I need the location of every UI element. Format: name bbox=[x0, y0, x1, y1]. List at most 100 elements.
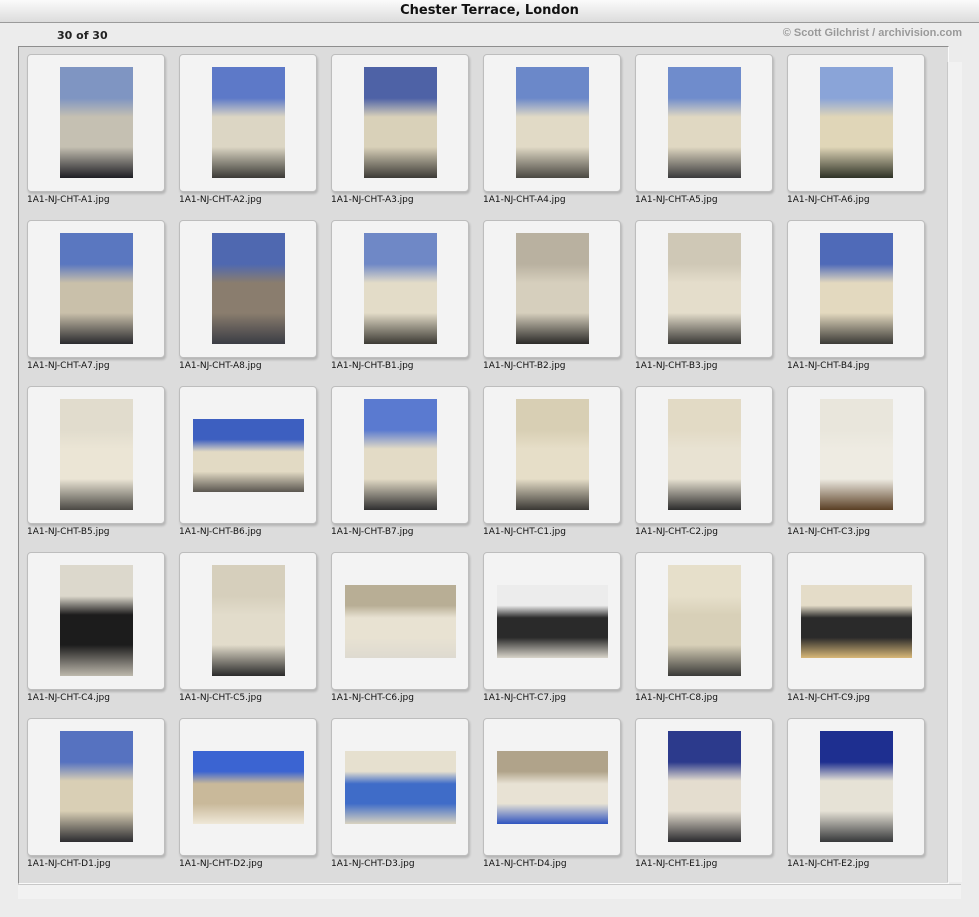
thumbnail-filename: 1A1-NJ-CHT-C7.jpg bbox=[483, 693, 566, 703]
thumbnail-image[interactable] bbox=[60, 565, 133, 676]
thumbnail-item[interactable]: 1A1-NJ-CHT-B3.jpg bbox=[627, 220, 779, 386]
thumbnail-item[interactable]: 1A1-NJ-CHT-D2.jpg bbox=[171, 718, 323, 883]
thumbnail-item[interactable]: 1A1-NJ-CHT-A2.jpg bbox=[171, 54, 323, 220]
thumbnail-mount[interactable] bbox=[635, 386, 773, 524]
thumbnail-image[interactable] bbox=[345, 585, 456, 658]
thumbnail-mount[interactable] bbox=[483, 718, 621, 856]
info-bar: 30 of 30 © Scott Gilchrist / archivision… bbox=[0, 23, 979, 46]
thumbnail-item[interactable]: 1A1-NJ-CHT-C1.jpg bbox=[475, 386, 627, 552]
thumbnail-item[interactable]: 1A1-NJ-CHT-C3.jpg bbox=[779, 386, 931, 552]
thumbnail-image[interactable] bbox=[212, 233, 285, 344]
thumbnail-mount[interactable] bbox=[787, 54, 925, 192]
thumbnail-item[interactable]: 1A1-NJ-CHT-A4.jpg bbox=[475, 54, 627, 220]
thumbnail-item[interactable]: 1A1-NJ-CHT-A1.jpg bbox=[19, 54, 171, 220]
thumbnail-image[interactable] bbox=[668, 233, 741, 344]
thumbnail-item[interactable]: 1A1-NJ-CHT-C8.jpg bbox=[627, 552, 779, 718]
thumbnail-mount[interactable] bbox=[635, 718, 773, 856]
thumbnail-grid[interactable]: 1A1-NJ-CHT-A1.jpg 1A1-NJ-CHT-A2.jpg 1A1-NJ… bbox=[18, 46, 949, 884]
thumbnail-mount[interactable] bbox=[331, 54, 469, 192]
thumbnail-mount[interactable] bbox=[331, 552, 469, 690]
thumbnail-mount[interactable] bbox=[787, 220, 925, 358]
thumbnail-item[interactable]: 1A1-NJ-CHT-B2.jpg bbox=[475, 220, 627, 386]
thumbnail-item[interactable]: 1A1-NJ-CHT-E1.jpg bbox=[627, 718, 779, 883]
thumbnail-image[interactable] bbox=[820, 233, 893, 344]
thumbnail-mount[interactable] bbox=[331, 718, 469, 856]
thumbnail-image[interactable] bbox=[497, 585, 608, 658]
thumbnail-item[interactable]: 1A1-NJ-CHT-C7.jpg bbox=[475, 552, 627, 718]
thumbnail-mount[interactable] bbox=[483, 220, 621, 358]
thumbnail-image[interactable] bbox=[60, 399, 133, 510]
thumbnail-image[interactable] bbox=[193, 419, 304, 492]
thumbnail-image[interactable] bbox=[60, 233, 133, 344]
thumbnail-image[interactable] bbox=[668, 67, 741, 178]
thumbnail-image[interactable] bbox=[668, 565, 741, 676]
thumbnail-item[interactable]: 1A1-NJ-CHT-C5.jpg bbox=[171, 552, 323, 718]
thumbnail-item[interactable]: 1A1-NJ-CHT-C6.jpg bbox=[323, 552, 475, 718]
thumbnail-filename: 1A1-NJ-CHT-D3.jpg bbox=[331, 859, 415, 869]
thumbnail-mount[interactable] bbox=[635, 220, 773, 358]
thumbnail-item[interactable]: 1A1-NJ-CHT-A7.jpg bbox=[19, 220, 171, 386]
vertical-scrollbar[interactable] bbox=[947, 62, 962, 882]
thumbnail-image[interactable] bbox=[497, 751, 608, 824]
thumbnail-image[interactable] bbox=[668, 399, 741, 510]
thumbnail-mount[interactable] bbox=[787, 718, 925, 856]
thumbnail-mount[interactable] bbox=[331, 386, 469, 524]
thumbnail-item[interactable]: 1A1-NJ-CHT-C4.jpg bbox=[19, 552, 171, 718]
thumbnail-mount[interactable] bbox=[179, 386, 317, 524]
thumbnail-mount[interactable] bbox=[635, 552, 773, 690]
thumbnail-mount[interactable] bbox=[787, 386, 925, 524]
thumbnail-image[interactable] bbox=[60, 731, 133, 842]
thumbnail-item[interactable]: 1A1-NJ-CHT-B5.jpg bbox=[19, 386, 171, 552]
thumbnail-item[interactable]: 1A1-NJ-CHT-B4.jpg bbox=[779, 220, 931, 386]
thumbnail-item[interactable]: 1A1-NJ-CHT-C9.jpg bbox=[779, 552, 931, 718]
thumbnail-mount[interactable] bbox=[179, 718, 317, 856]
thumbnail-image[interactable] bbox=[820, 67, 893, 178]
thumbnail-image[interactable] bbox=[820, 731, 893, 842]
thumbnail-mount[interactable] bbox=[787, 552, 925, 690]
thumbnail-image[interactable] bbox=[516, 399, 589, 510]
thumbnail-item[interactable]: 1A1-NJ-CHT-D3.jpg bbox=[323, 718, 475, 883]
thumbnail-mount[interactable] bbox=[483, 54, 621, 192]
thumbnail-mount[interactable] bbox=[331, 220, 469, 358]
thumbnail-mount[interactable] bbox=[27, 718, 165, 856]
thumbnail-image[interactable] bbox=[212, 565, 285, 676]
thumbnail-item[interactable]: 1A1-NJ-CHT-B6.jpg bbox=[171, 386, 323, 552]
thumbnail-item[interactable]: 1A1-NJ-CHT-D4.jpg bbox=[475, 718, 627, 883]
thumbnail-image[interactable] bbox=[364, 233, 437, 344]
thumbnail-item[interactable]: 1A1-NJ-CHT-B1.jpg bbox=[323, 220, 475, 386]
thumbnail-item[interactable]: 1A1-NJ-CHT-A3.jpg bbox=[323, 54, 475, 220]
thumbnail-item[interactable]: 1A1-NJ-CHT-A5.jpg bbox=[627, 54, 779, 220]
thumbnail-image[interactable] bbox=[364, 399, 437, 510]
thumbnail-image[interactable] bbox=[516, 67, 589, 178]
thumbnail-mount[interactable] bbox=[179, 54, 317, 192]
thumbnail-filename: 1A1-NJ-CHT-A4.jpg bbox=[483, 195, 566, 205]
thumbnail-mount[interactable] bbox=[27, 54, 165, 192]
thumbnail-mount[interactable] bbox=[483, 552, 621, 690]
thumbnail-mount[interactable] bbox=[27, 552, 165, 690]
thumbnail-item[interactable]: 1A1-NJ-CHT-A6.jpg bbox=[779, 54, 931, 220]
thumbnail-mount[interactable] bbox=[27, 386, 165, 524]
thumbnail-image[interactable] bbox=[212, 67, 285, 178]
thumbnail-item[interactable]: 1A1-NJ-CHT-A8.jpg bbox=[171, 220, 323, 386]
thumbnail-item[interactable]: 1A1-NJ-CHT-B7.jpg bbox=[323, 386, 475, 552]
thumbnail-mount[interactable] bbox=[27, 220, 165, 358]
thumbnail-image[interactable] bbox=[60, 67, 133, 178]
thumbnail-item[interactable]: 1A1-NJ-CHT-D1.jpg bbox=[19, 718, 171, 883]
thumbnail-image[interactable] bbox=[820, 399, 893, 510]
thumbnail-mount[interactable] bbox=[483, 386, 621, 524]
horizontal-scrollbar[interactable] bbox=[18, 884, 961, 899]
thumbnail-item[interactable]: 1A1-NJ-CHT-C2.jpg bbox=[627, 386, 779, 552]
thumbnail-mount[interactable] bbox=[179, 220, 317, 358]
thumbnail-item[interactable]: 1A1-NJ-CHT-E2.jpg bbox=[779, 718, 931, 883]
thumbnail-image[interactable] bbox=[345, 751, 456, 824]
thumbnail-filename: 1A1-NJ-CHT-C8.jpg bbox=[635, 693, 718, 703]
thumbnail-mount[interactable] bbox=[179, 552, 317, 690]
thumbnail-filename: 1A1-NJ-CHT-D2.jpg bbox=[179, 859, 263, 869]
thumbnail-image[interactable] bbox=[668, 731, 741, 842]
thumbnail-image[interactable] bbox=[364, 67, 437, 178]
thumbnail-image[interactable] bbox=[193, 751, 304, 824]
thumbnail-image[interactable] bbox=[801, 585, 912, 658]
thumbnail-filename: 1A1-NJ-CHT-E2.jpg bbox=[787, 859, 870, 869]
thumbnail-mount[interactable] bbox=[635, 54, 773, 192]
thumbnail-image[interactable] bbox=[516, 233, 589, 344]
